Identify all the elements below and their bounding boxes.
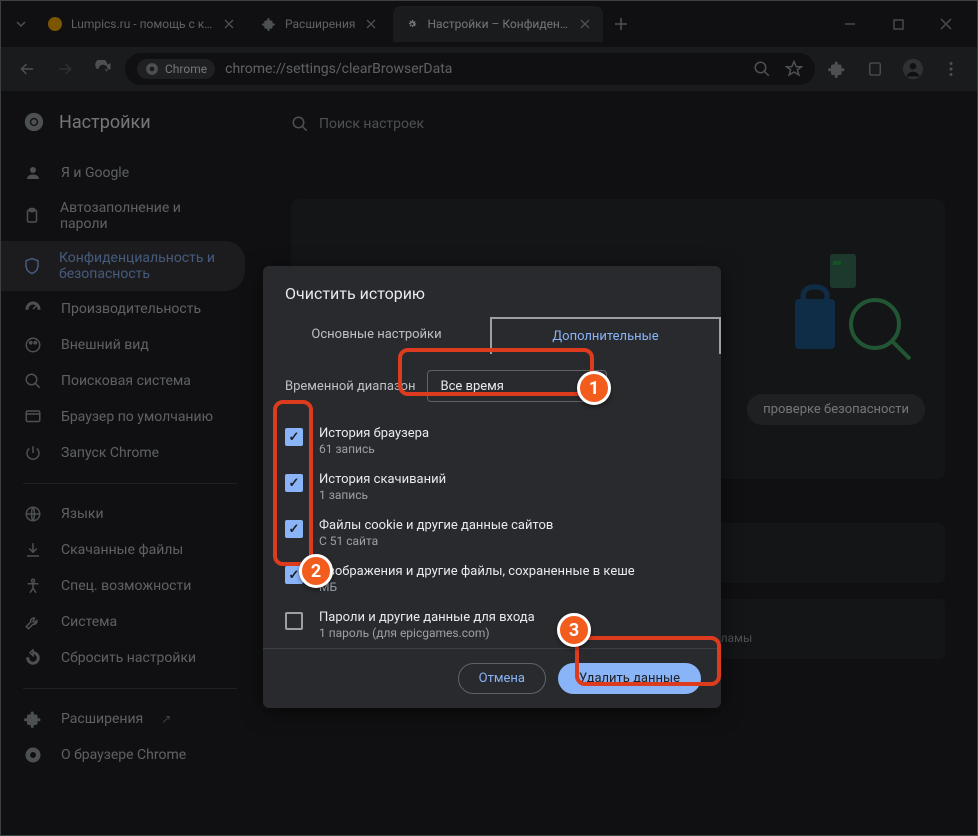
chevron-down-icon (584, 381, 594, 391)
item-subtitle: 1 запись (319, 488, 446, 502)
checkbox[interactable] (285, 566, 303, 584)
item-title: Пароли и другие данные для входа (319, 610, 535, 625)
cancel-button[interactable]: Отмена (458, 663, 546, 694)
clear-history-dialog: Очистить историю Основные настройки Допо… (263, 266, 721, 708)
time-range-select[interactable]: Все время (427, 370, 607, 402)
item-title: Изображения и другие файлы, сохраненные … (319, 564, 635, 579)
select-value: Все время (440, 379, 503, 394)
dialog-items: История браузера61 записьИстория скачива… (263, 418, 721, 648)
item-subtitle: МБ (319, 580, 635, 594)
item-subtitle: С 51 сайта (319, 534, 553, 548)
dialog-title: Очистить историю (263, 266, 721, 317)
checkbox[interactable] (285, 612, 303, 630)
clear-data-item: Файлы cookie и другие данные сайтовС 51 … (285, 510, 699, 556)
clear-data-item: Изображения и другие файлы, сохраненные … (285, 556, 699, 602)
checkbox[interactable] (285, 428, 303, 446)
checkbox[interactable] (285, 520, 303, 538)
clear-data-item: История браузера61 запись (285, 418, 699, 464)
dialog-footer: Отмена Удалить данные (263, 648, 721, 708)
clear-data-item: История скачиваний1 запись (285, 464, 699, 510)
delete-data-button[interactable]: Удалить данные (558, 663, 701, 694)
checkbox[interactable] (285, 474, 303, 492)
time-range-label: Временной диапазон (285, 379, 415, 394)
item-subtitle: 1 пароль (для epicgames.com) (319, 626, 535, 640)
time-range-row: Временной диапазон Все время (263, 354, 721, 418)
clear-data-item: Пароли и другие данные для входа1 пароль… (285, 602, 699, 648)
item-subtitle: 61 запись (319, 442, 429, 456)
tab-basic[interactable]: Основные настройки (263, 317, 490, 354)
dialog-tabs: Основные настройки Дополнительные (263, 317, 721, 354)
item-title: История браузера (319, 426, 429, 441)
tab-advanced[interactable]: Дополнительные (490, 317, 721, 354)
item-title: Файлы cookie и другие данные сайтов (319, 518, 553, 533)
item-title: История скачиваний (319, 472, 446, 487)
